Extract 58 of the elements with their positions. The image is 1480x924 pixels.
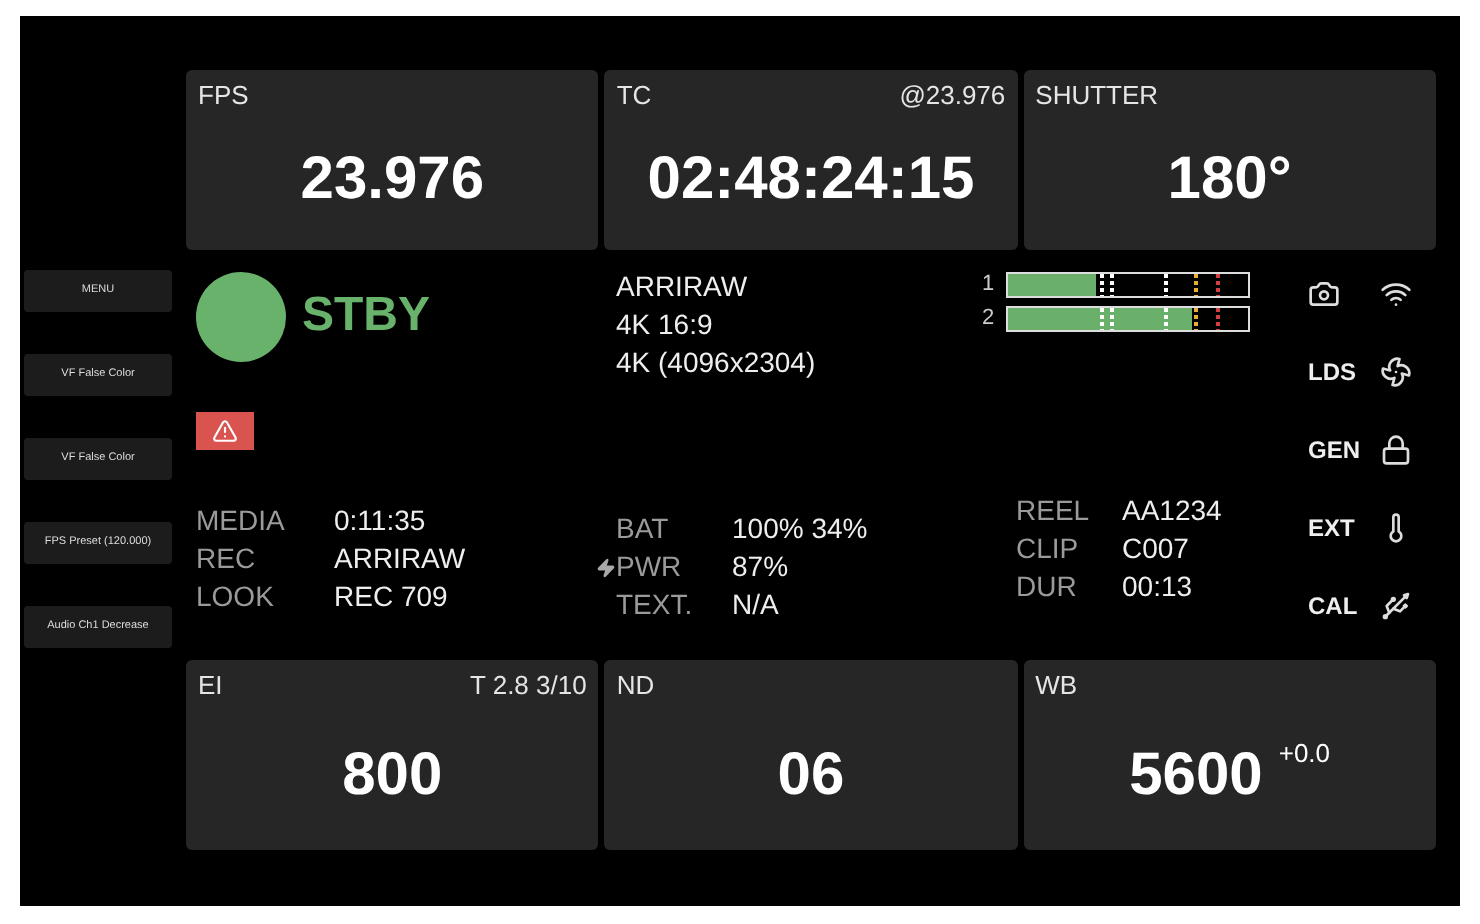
indicator-label: LDS: [1308, 356, 1356, 390]
info-label: DUR: [1016, 568, 1079, 606]
info-label: PWR: [616, 548, 684, 586]
info-label: LOOK: [196, 578, 276, 616]
tile-note: T 2.8 3/10: [470, 668, 587, 704]
meter-ticks-drawing: [1099, 274, 1220, 296]
fan-icon: [1380, 356, 1412, 388]
tile-offset: +0.0: [1278, 735, 1331, 771]
tile-value: 06: [777, 745, 845, 806]
tile-value: 800: [342, 745, 443, 806]
indicator-label: CAL: [1308, 590, 1358, 624]
info-label: TEXT.: [616, 586, 695, 624]
info-label: CLIP: [1016, 530, 1081, 568]
tile-label: TC: [616, 78, 652, 114]
info-value: AA1234: [1122, 492, 1222, 530]
info-label: REEL: [1016, 492, 1092, 530]
bolt-icon: [596, 557, 616, 577]
tile-label: ND: [616, 668, 655, 704]
indicator-label: GEN: [1308, 434, 1361, 468]
info-label: BAT: [616, 510, 671, 548]
indicator-label: EXT: [1308, 512, 1355, 546]
tile-value: 02:48:24:15: [647, 150, 975, 211]
warning-icon: [196, 412, 254, 450]
wifi-icon: [1380, 278, 1412, 310]
tile-label: FPS: [198, 78, 249, 114]
info-value: 100% 34%: [732, 510, 868, 548]
tile-label: SHUTTER: [1035, 78, 1159, 114]
value-tile[interactable]: SHUTTER 180°: [1023, 70, 1436, 250]
tile-value: 5600: [1129, 745, 1263, 806]
tile-label: EI: [198, 668, 223, 704]
camera-icon: [1308, 278, 1340, 310]
value-tile[interactable]: WB 5600 +0.0: [1023, 660, 1436, 850]
info-value: 87%: [732, 548, 789, 586]
tile-label: WB: [1035, 668, 1078, 704]
info-value: ARRIRAW: [334, 540, 466, 578]
info-value: 00:13: [1122, 568, 1193, 606]
lock-icon: [1380, 434, 1412, 466]
info-value: REC 709: [334, 578, 448, 616]
usb-icon: [1380, 590, 1412, 622]
value-tile[interactable]: FPS 23.976: [186, 70, 599, 250]
info-label: REC: [196, 540, 258, 578]
info-value: N/A: [732, 586, 779, 624]
info-value: C007: [1122, 530, 1189, 568]
meter-channel-label: 1: [982, 274, 997, 296]
meter-channel-label: 2: [982, 308, 997, 330]
tile-value: 23.976: [300, 150, 485, 211]
meter-ticks-drawing: [1099, 308, 1220, 330]
format-line: ARRIRAW: [616, 268, 748, 306]
value-tile[interactable]: ND 06: [604, 660, 1018, 850]
format-line: 4K 16:9: [616, 306, 713, 344]
info-value: 0:11:35: [334, 502, 426, 540]
tile-note: @23.976: [899, 78, 1006, 114]
info-label: MEDIA: [196, 502, 287, 540]
tile-value: 180°: [1167, 150, 1292, 211]
value-tile[interactable]: TC @23.976 02:48:24:15: [604, 70, 1018, 250]
status-text: STBY: [302, 286, 431, 346]
value-tile[interactable]: EI T 2.8 3/10 800: [186, 660, 599, 850]
format-line: 4K (4096x2304): [616, 344, 816, 382]
